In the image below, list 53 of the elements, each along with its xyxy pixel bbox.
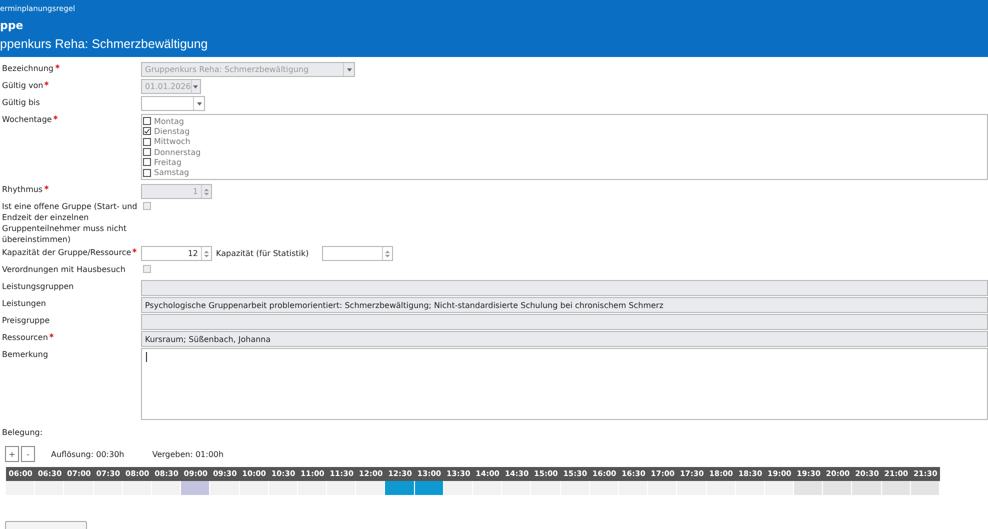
page-title: ppenkurs Reha: Schmerzbewältigung	[0, 36, 209, 52]
field-label: Leistungen	[1, 298, 47, 309]
zoom-in-button[interactable]: +	[5, 446, 19, 462]
required-star-icon	[132, 248, 138, 253]
checkbox[interactable]	[143, 117, 151, 126]
weekday-label: Samstag	[154, 168, 190, 178]
field-label: Verordnungen mit Hausbesuch	[1, 264, 126, 275]
weekday-label: Donnerstag	[154, 148, 201, 157]
field-label: Leistungsgruppen	[1, 281, 75, 292]
weekday-label: Freitag	[154, 158, 182, 167]
field-label: Wochentage	[0, 112, 141, 125]
weekday-label: Montag	[154, 116, 184, 126]
checkbox[interactable]	[143, 148, 151, 156]
spinner-icon	[384, 250, 390, 258]
field-label: Ist eine offene Gruppe (Start- und Endzeit der einzelnen Gruppenteilnehmer muss nicht übereinstimmen)	[1, 201, 138, 245]
assigned-text: Vergeben: 01:00h	[152, 450, 224, 458]
weekday-label: Mittwoch	[154, 137, 190, 146]
resolution-text: Auflösung: 00:30h	[51, 450, 124, 458]
field-label: Kapazität der Gruppe/Ressource	[0, 245, 141, 258]
field-label: Bezeichnung	[0, 61, 141, 74]
number-field[interactable]	[322, 246, 393, 261]
zoom-out-button[interactable]: -	[21, 446, 35, 462]
time-slot[interactable]	[181, 481, 210, 495]
section-title: ppe	[0, 18, 24, 34]
dropdown-arrow-icon	[196, 102, 202, 106]
field-label: Bemerkung	[1, 349, 50, 360]
required-star-icon	[44, 185, 49, 190]
dropdown-arrow-icon	[193, 84, 198, 88]
field-label: Ressourcen	[0, 330, 141, 343]
remark-field[interactable]	[141, 348, 988, 420]
occupancy-label: Belegung:	[1, 427, 44, 439]
checkbox[interactable]	[143, 158, 151, 166]
field-label: Kapazität (für Statistik)	[216, 248, 309, 258]
text-cursor	[146, 352, 147, 362]
required-star-icon	[48, 333, 54, 338]
dropdown-arrow-icon	[346, 68, 352, 72]
required-star-icon	[54, 64, 60, 69]
field-label: Preisgruppe	[1, 315, 51, 326]
date-field[interactable]	[141, 96, 205, 111]
field-label: Rhythmus	[0, 182, 141, 195]
number-field[interactable]: 12	[141, 246, 212, 261]
weekday-label: Dienstag	[154, 126, 190, 136]
checkbox[interactable]	[143, 138, 151, 146]
required-star-icon	[44, 81, 50, 86]
required-star-icon	[52, 115, 58, 120]
checkbox[interactable]	[143, 127, 151, 136]
field-label: Gültig bis	[1, 97, 41, 108]
checkbox[interactable]	[143, 168, 151, 177]
time-slot[interactable]	[414, 481, 444, 495]
spinner-icon	[204, 188, 209, 196]
spinner-icon	[204, 250, 209, 258]
field-label: Gültig von	[0, 78, 141, 91]
time-slot[interactable]	[385, 481, 415, 495]
